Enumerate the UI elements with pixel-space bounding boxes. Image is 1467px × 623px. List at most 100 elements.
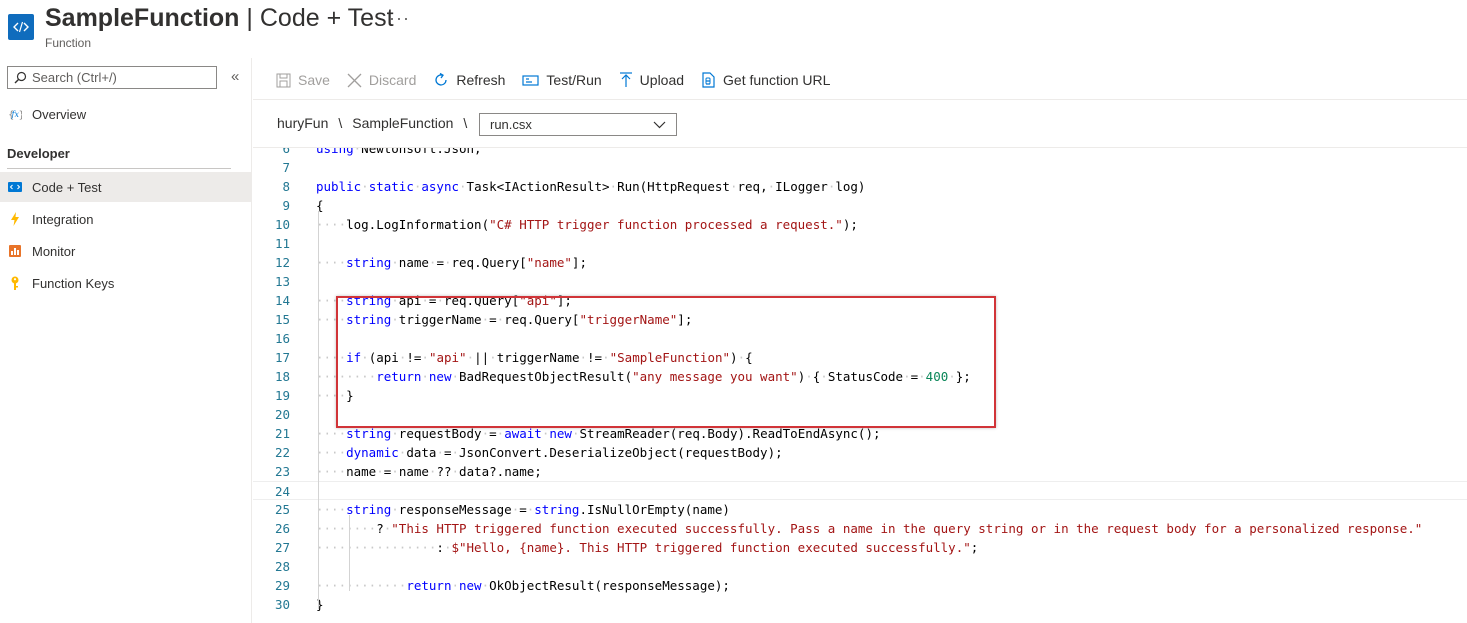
breadcrumb-separator: \: [463, 115, 468, 131]
more-options-button[interactable]: ···: [389, 8, 410, 29]
page-subtitle: Function: [45, 36, 92, 50]
code-line[interactable]: 8 public·static·async·Task<IActionResult>…: [253, 177, 1467, 196]
line-number: 21: [274, 426, 290, 441]
line-number: 14: [274, 293, 290, 308]
code-line[interactable]: 13: [253, 272, 1467, 291]
test-run-icon: [522, 74, 540, 86]
upload-button[interactable]: Upload: [619, 72, 684, 88]
search-placeholder: Search (Ctrl+/): [32, 70, 117, 85]
breadcrumb-app[interactable]: huryFun: [277, 115, 328, 131]
indent-guide: [318, 211, 319, 609]
sidebar-item-function-keys[interactable]: Function Keys: [0, 268, 252, 298]
line-number: 20: [274, 407, 290, 422]
line-number: 27: [274, 540, 290, 555]
code-line[interactable]: 7: [253, 158, 1467, 177]
sidebar-item-integration[interactable]: Integration: [0, 204, 252, 234]
code-line[interactable]: 27 ················:·$"Hello, {name}. Thi…: [253, 538, 1467, 557]
highlight-box: [336, 296, 996, 428]
line-number: 19: [274, 388, 290, 403]
function-icon: {fx}: [8, 107, 22, 121]
code-line[interactable]: 10 ····log.LogInformation("C# HTTP trigge…: [253, 215, 1467, 234]
code-icon: [8, 180, 22, 194]
code-text: ····name·=·name·??·data?.name;: [316, 464, 542, 479]
sidebar: Search (Ctrl+/) « {fx} Overview Develope…: [0, 58, 252, 623]
line-number: 16: [274, 331, 290, 346]
code-line[interactable]: 11: [253, 234, 1467, 253]
code-line[interactable]: 24: [253, 481, 1467, 500]
test-run-button[interactable]: Test/Run: [522, 72, 602, 88]
refresh-button[interactable]: Refresh: [433, 72, 505, 88]
line-number: 26: [274, 521, 290, 536]
line-number: 11: [274, 236, 290, 251]
line-number: 29: [274, 578, 290, 593]
code-text: ········?·"This HTTP triggered function …: [316, 521, 1423, 536]
sidebar-item-monitor[interactable]: Monitor: [0, 236, 252, 266]
code-text: ····string·name·=·req.Query["name"];: [316, 255, 587, 270]
code-text: ················:·$"Hello, {name}. This …: [316, 540, 979, 555]
discard-button[interactable]: Discard: [347, 72, 416, 88]
breadcrumb-separator: \: [338, 115, 343, 131]
line-number: 30: [274, 597, 290, 612]
line-number: 9: [282, 198, 290, 213]
search-input[interactable]: Search (Ctrl+/): [7, 66, 217, 89]
function-code-icon: [8, 14, 34, 40]
search-icon: [14, 71, 27, 84]
sidebar-item-overview[interactable]: {fx} Overview: [0, 99, 252, 129]
code-text: using·Newtonsoft.Json;: [316, 148, 482, 156]
save-icon: [276, 73, 291, 87]
save-button[interactable]: Save: [276, 72, 330, 88]
line-number: 23: [274, 464, 290, 479]
page-title: SampleFunction | Code + Test: [45, 4, 394, 32]
line-number: 13: [274, 274, 290, 289]
monitor-icon: [8, 244, 22, 258]
chevron-down-icon: [653, 121, 666, 129]
sidebar-item-label: Overview: [32, 106, 87, 122]
get-function-url-button[interactable]: Get function URL: [701, 72, 830, 88]
sidebar-item-code-test[interactable]: Code + Test: [0, 172, 252, 202]
code-line[interactable]: 26 ········?·"This HTTP triggered functio…: [253, 519, 1467, 538]
line-number: 6: [282, 148, 290, 156]
sidebar-item-label: Function Keys: [32, 275, 115, 291]
code-line[interactable]: 29 ············return·new·OkObjectResult(…: [253, 576, 1467, 595]
line-number: 24: [274, 484, 290, 499]
breadcrumb: huryFun \ SampleFunction \: [277, 115, 477, 131]
upload-icon: [619, 72, 632, 87]
line-number: 12: [274, 255, 290, 270]
file-select-value: run.csx: [490, 117, 532, 132]
line-number: 28: [274, 559, 290, 574]
code-text: ····dynamic·data·=·JsonConvert.Deseriali…: [316, 445, 783, 460]
section-heading-developer: Developer: [7, 146, 70, 161]
close-icon: [347, 73, 362, 87]
indent-guide: [349, 515, 350, 591]
code-text: public·static·async·Task<IActionResult>·…: [316, 179, 866, 194]
code-text: ····string·responseMessage·=·string.IsNu…: [316, 502, 730, 517]
line-number: 17: [274, 350, 290, 365]
lightning-icon: [8, 212, 22, 226]
refresh-icon: [435, 72, 448, 86]
line-number: 25: [274, 502, 290, 517]
code-line[interactable]: 22 ····dynamic·data·=·JsonConvert.Deseria…: [253, 443, 1467, 462]
sidebar-item-label: Monitor: [32, 243, 76, 259]
code-line[interactable]: 28: [253, 557, 1467, 576]
code-line[interactable]: 30}: [253, 595, 1467, 614]
key-icon: [8, 276, 22, 290]
line-number: 10: [274, 217, 290, 232]
toolbar-divider: [253, 99, 1467, 100]
line-number: 15: [274, 312, 290, 327]
code-line[interactable]: 23 ····name·=·name·??·data?.name;: [253, 462, 1467, 481]
line-number: 18: [274, 369, 290, 384]
line-number: 8: [282, 179, 290, 194]
code-line[interactable]: 25 ····string·responseMessage·=·string.Is…: [253, 500, 1467, 519]
code-line[interactable]: 9{: [253, 196, 1467, 215]
sidebar-item-label: Integration: [32, 211, 94, 227]
command-toolbar: Save Discard Refresh Test/Run Upload Get…: [276, 70, 847, 90]
svg-text:}: }: [19, 110, 23, 120]
code-text: ····log.LogInformation("C# HTTP trigger …: [316, 217, 858, 232]
code-line[interactable]: 12 ····string·name·=·req.Query["name"];: [253, 253, 1467, 272]
code-line[interactable]: 6 using·Newtonsoft.Json;: [253, 148, 1467, 158]
breadcrumb-function[interactable]: SampleFunction: [352, 115, 453, 131]
line-number: 7: [282, 160, 290, 175]
file-select-dropdown[interactable]: run.csx: [479, 113, 677, 136]
collapse-sidebar-button[interactable]: «: [231, 68, 239, 85]
page-header: SampleFunction | Code + Test ··· Functio…: [0, 0, 1467, 58]
